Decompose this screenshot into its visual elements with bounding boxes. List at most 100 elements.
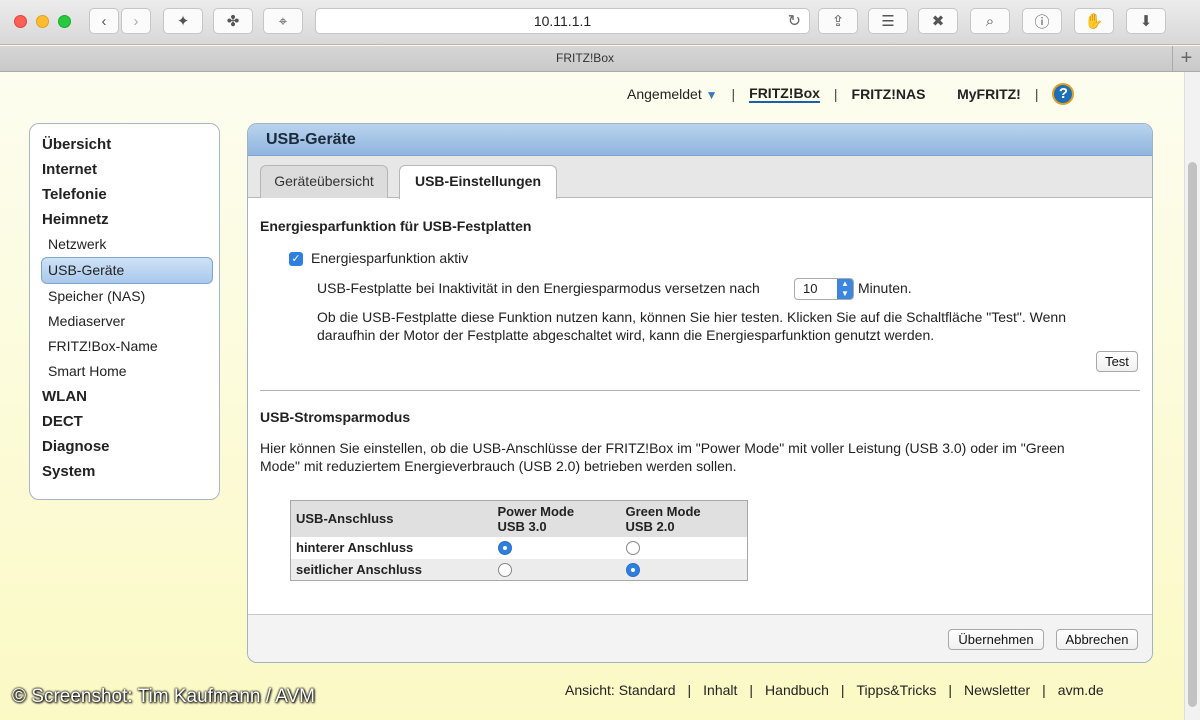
layers-icon: ☰ — [881, 13, 895, 30]
power-desc-line1: Hier können Sie einstellen, ob die USB-A… — [260, 440, 1065, 456]
sidebar-item-uebersicht[interactable]: Übersicht — [30, 132, 219, 157]
help-icon[interactable]: ? — [1052, 83, 1075, 105]
pin-button[interactable]: ⌖ — [263, 8, 303, 34]
sidebar-item-system[interactable]: System — [30, 459, 219, 484]
sidebar-item-telefonie[interactable]: Telefonie — [30, 182, 219, 207]
nav-separator: | — [731, 86, 736, 102]
sidebar-item-smart-home[interactable]: Smart Home — [30, 359, 219, 384]
tab-usb-einstellungen[interactable]: USB-Einstellungen — [399, 165, 557, 199]
nav-fritzbox[interactable]: FRITZ!Box — [749, 85, 820, 103]
footer-links: Ansicht: Standard | Inhalt | Handbuch | … — [565, 682, 1104, 698]
row-label: hinterer Anschluss — [290, 536, 493, 559]
energy-checkbox[interactable]: ✓ — [289, 252, 303, 266]
close-window-button[interactable] — [14, 15, 27, 28]
tab-geraeteuebersicht[interactable]: Geräteübersicht — [260, 165, 388, 198]
nav-myfritz[interactable]: MyFRITZ! — [957, 86, 1021, 102]
footer-inhalt[interactable]: Inhalt — [703, 682, 737, 698]
scrollbar-thumb[interactable] — [1188, 162, 1197, 707]
sidebar-item-dect[interactable]: DECT — [30, 409, 219, 434]
energy-section-title: Energiesparfunktion für USB-Festplatten — [260, 218, 532, 234]
timeout-suffix: Minuten. — [858, 280, 912, 296]
nav-separator: | — [1034, 86, 1039, 102]
col-usb-anschluss: USB-Anschluss — [290, 500, 493, 537]
footer-avm[interactable]: avm.de — [1058, 682, 1104, 698]
browser-tabbar: FRITZ!Box + — [0, 46, 1200, 72]
wifi-button[interactable]: ✤ — [213, 8, 253, 34]
test-button[interactable]: Test — [1096, 351, 1138, 372]
radio-cell — [620, 558, 748, 581]
x-icon: ✖ — [931, 13, 945, 30]
radio-cell — [492, 536, 621, 559]
browser-tab-title[interactable]: FRITZ!Box — [0, 51, 1170, 65]
layers-button[interactable]: ☰ — [868, 8, 908, 34]
apply-button[interactable]: Übernehmen — [948, 629, 1044, 650]
col-green-mode-line2: USB 2.0 — [625, 518, 675, 534]
footer-ansicht[interactable]: Ansicht: Standard — [565, 682, 676, 698]
back-icon: ‹ — [101, 12, 107, 30]
forward-button[interactable]: › — [121, 8, 151, 34]
sidebar-item-internet[interactable]: Internet — [30, 157, 219, 182]
hand-button[interactable]: ✋ — [1074, 8, 1114, 34]
forward-icon: › — [133, 12, 139, 30]
wifi-icon: ✤ — [226, 13, 240, 30]
col-power-mode-line1: Power Mode — [497, 503, 575, 519]
col-green-mode-line1: Green Mode — [625, 503, 701, 519]
sidebar-item-usb-geraete[interactable]: USB-Geräte — [41, 257, 213, 284]
back-button[interactable]: ‹ — [89, 8, 119, 34]
footer-separator: | — [840, 682, 845, 698]
radio-hinterer-power[interactable] — [497, 541, 512, 556]
page-title: USB-Geräte — [248, 124, 1152, 156]
search-icon: ⌕ — [985, 12, 995, 30]
row-label: seitlicher Anschluss — [290, 558, 493, 581]
sidebar-item-mediaserver[interactable]: Mediaserver — [30, 309, 219, 334]
hand-icon: ✋ — [1084, 13, 1104, 30]
footer-handbuch[interactable]: Handbuch — [765, 682, 829, 698]
energy-checkbox-label: Energiesparfunktion aktiv — [311, 250, 469, 266]
sidebar: Übersicht Internet Telefonie Heimnetz Ne… — [29, 123, 220, 500]
user-menu[interactable]: Angemeldet ▼ — [627, 86, 718, 102]
tab-bar: Geräteübersicht USB-Einstellungen — [248, 156, 1152, 199]
reload-icon[interactable]: ↻ — [788, 9, 801, 34]
info-icon: ⓘ — [1034, 13, 1050, 31]
search-button[interactable]: ⌕ — [970, 8, 1010, 34]
sidebar-item-speicher[interactable]: Speicher (NAS) — [30, 284, 219, 309]
download-button[interactable]: ⬇ — [1126, 8, 1166, 34]
table-header-row: USB-Anschluss Power Mode USB 3.0 Green Mo… — [290, 500, 748, 537]
sidebar-item-heimnetz[interactable]: Heimnetz — [30, 207, 219, 232]
energy-info-line1: Ob die USB-Festplatte diese Funktion nut… — [317, 309, 1066, 325]
nav-fritznas[interactable]: FRITZ!NAS — [852, 86, 926, 102]
zoom-window-button[interactable] — [58, 15, 71, 28]
section-divider — [260, 390, 1140, 391]
x-button[interactable]: ✖ — [918, 8, 958, 34]
power-section-title: USB-Stromsparmodus — [260, 409, 411, 425]
new-tab-button[interactable]: + — [1172, 46, 1200, 72]
radio-seitlicher-green[interactable] — [625, 563, 640, 578]
radio-seitlicher-power[interactable] — [497, 563, 512, 578]
sidebar-item-netzwerk[interactable]: Netzwerk — [30, 232, 219, 257]
address-bar[interactable]: 10.11.1.1 ↻ — [315, 8, 810, 34]
tool-icon: ✦ — [176, 13, 190, 30]
footer-newsletter[interactable]: Newsletter — [964, 682, 1030, 698]
cancel-button[interactable]: Abbrechen — [1056, 629, 1138, 650]
plus-icon: + — [1180, 47, 1193, 69]
radio-cell — [492, 558, 621, 581]
stepper-arrows-icon: ▲ ▼ — [837, 279, 853, 299]
radio-hinterer-green[interactable] — [625, 541, 640, 556]
timeout-value: 10 — [803, 281, 818, 296]
share-button[interactable]: ⇪ — [818, 8, 858, 34]
info-button[interactable]: ⓘ — [1022, 8, 1062, 34]
sidebar-item-wlan[interactable]: WLAN — [30, 384, 219, 409]
url-text: 10.11.1.1 — [533, 13, 592, 29]
pin-icon: ⌖ — [278, 12, 288, 30]
minimize-window-button[interactable] — [36, 15, 49, 28]
sidebar-item-diagnose[interactable]: Diagnose — [30, 434, 219, 459]
share-icon: ⇪ — [831, 13, 845, 30]
sidebar-item-fritzbox-name[interactable]: FRITZ!Box-Name — [30, 334, 219, 359]
panel-footer: Übernehmen Abbrechen — [248, 614, 1152, 662]
timeout-stepper[interactable]: 10 ▲ ▼ — [794, 278, 854, 300]
tool-button[interactable]: ✦ — [163, 8, 203, 34]
footer-tipps[interactable]: Tipps&Tricks — [857, 682, 937, 698]
footer-separator: | — [749, 682, 754, 698]
power-desc-line2: Mode" mit reduziertem Energieverbrauch (… — [260, 458, 737, 474]
energy-info-line2: daraufhin der Motor der Festplatte abges… — [317, 327, 935, 343]
